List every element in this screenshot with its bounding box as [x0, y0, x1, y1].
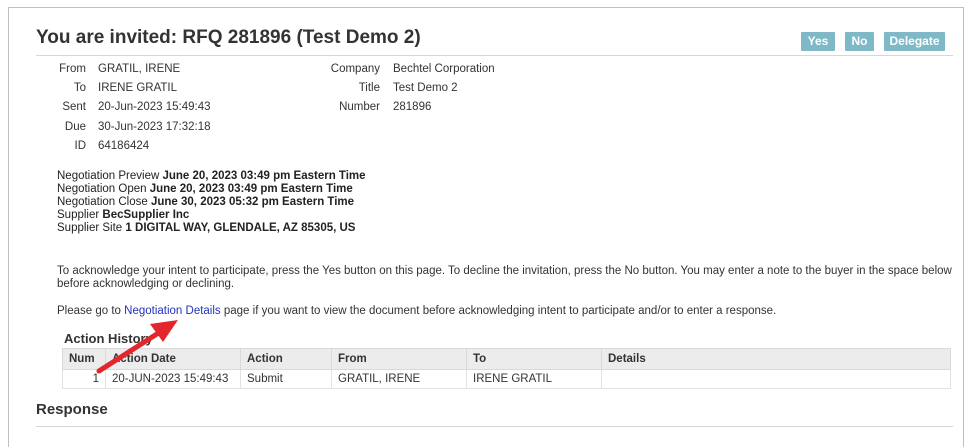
company-value: Bechtel Corporation — [393, 63, 495, 75]
yes-button[interactable]: Yes — [801, 32, 835, 51]
title-divider — [36, 55, 953, 56]
action-history-title: Action History — [64, 331, 153, 346]
table-header-row: Num Action Date Action From To Details — [62, 348, 951, 370]
supplier: Supplier BecSupplier Inc — [57, 209, 190, 221]
number-label: Number — [339, 101, 380, 113]
response-divider — [36, 426, 953, 427]
supplier-site: Supplier Site 1 DIGITAL WAY, GLENDALE, A… — [57, 222, 356, 234]
cell-details — [601, 369, 951, 389]
sent-value: 20-Jun-2023 15:49:43 — [98, 101, 211, 113]
column-header-action: Action — [240, 348, 332, 370]
number-value: 281896 — [393, 101, 432, 113]
from-label: From — [59, 63, 86, 75]
id-label: ID — [74, 140, 87, 152]
company-label: Company — [330, 63, 380, 75]
title-label: Title — [358, 82, 380, 94]
acknowledge-instructions: To acknowledge your intent to participat… — [57, 265, 952, 290]
cell-action: Submit — [240, 369, 332, 389]
response-title: Response — [36, 401, 108, 418]
column-header-num: Num — [62, 348, 106, 370]
column-header-details: Details — [601, 348, 951, 370]
negotiation-open: Negotiation Open June 20, 2023 03:49 pm … — [57, 183, 353, 195]
cell-action-date: 20-JUN-2023 15:49:43 — [105, 369, 241, 389]
negotiation-close: Negotiation Close June 30, 2023 05:32 pm… — [57, 196, 355, 208]
negotiation-preview: Negotiation Preview June 20, 2023 03:49 … — [57, 170, 366, 182]
action-history-table: Num Action Date Action From To Details 1… — [62, 348, 951, 389]
page-title: You are invited: RFQ 281896 (Test Demo 2… — [36, 27, 421, 48]
column-header-from: From — [331, 348, 467, 370]
cell-num: 1 — [62, 369, 106, 389]
from-value: GRATIL, IRENE — [98, 63, 181, 75]
due-value: 30-Jun-2023 17:32:18 — [98, 121, 211, 133]
due-label: Due — [64, 121, 86, 133]
column-header-to: To — [466, 348, 602, 370]
cell-from: GRATIL, IRENE — [331, 369, 467, 389]
no-button[interactable]: No — [845, 32, 874, 51]
column-header-action-date: Action Date — [105, 348, 241, 370]
id-value: 64186424 — [98, 140, 150, 152]
delegate-button[interactable]: Delegate — [884, 32, 945, 51]
cell-to: IRENE GRATIL — [466, 369, 602, 389]
to-label: To — [73, 82, 86, 94]
sent-label: Sent — [62, 101, 86, 113]
table-row: 1 20-JUN-2023 15:49:43 Submit GRATIL, IR… — [62, 369, 951, 389]
negotiation-details-note: Please go to Negotiation Details page if… — [57, 305, 777, 317]
title-value: Test Demo 2 — [393, 82, 458, 94]
to-value: IRENE GRATIL — [98, 82, 178, 94]
negotiation-details-link[interactable]: Negotiation Details — [124, 305, 221, 317]
